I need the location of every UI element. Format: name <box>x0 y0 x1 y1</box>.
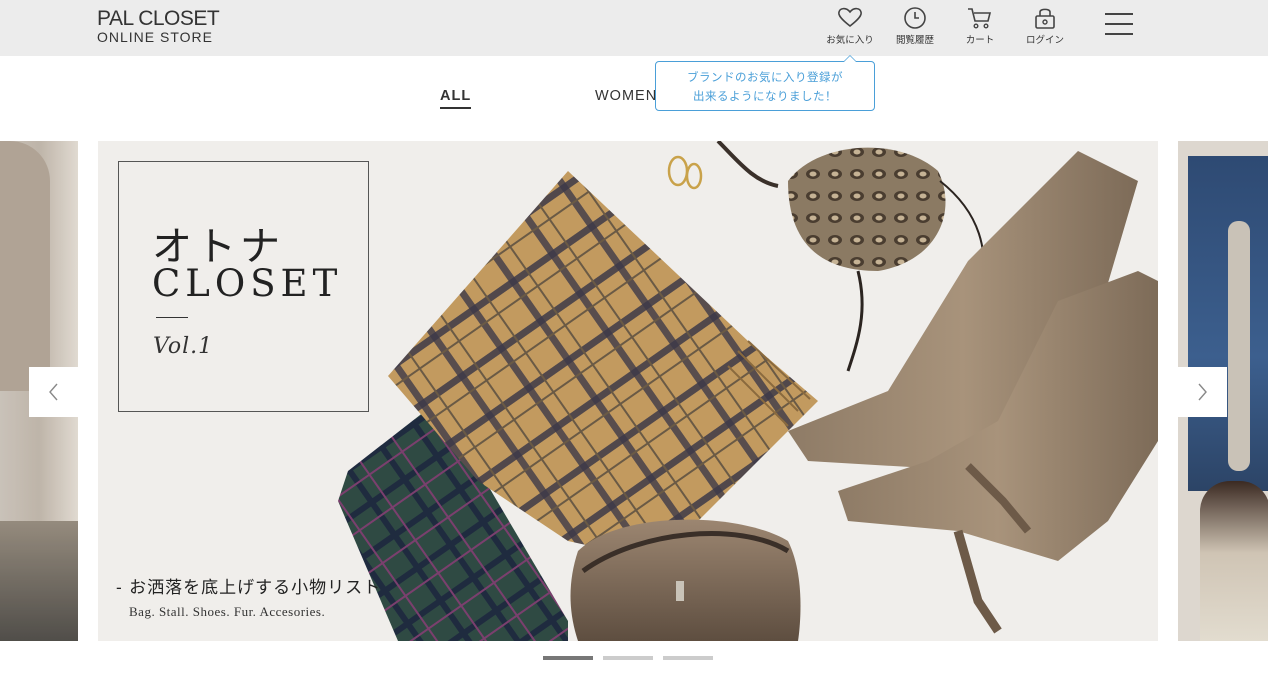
favorites-button[interactable]: お気に入り <box>818 6 882 46</box>
banner-title-box: オトナ CLOSET Vol.1 <box>118 161 369 412</box>
carousel-dot-3[interactable] <box>663 656 713 660</box>
tab-women[interactable]: WOMEN <box>595 88 657 107</box>
carousel-dot-2[interactable] <box>603 656 653 660</box>
site-header: PAL CLOSET ONLINE STORE お気に入り 閲覧履歴 カート ロ… <box>0 0 1268 56</box>
tab-all[interactable]: ALL <box>440 88 472 109</box>
carousel-prev-button[interactable] <box>29 367 79 417</box>
category-tabs: ALL WOMEN <box>0 88 1268 116</box>
logo-sub-text: ONLINE STORE <box>97 29 213 45</box>
lock-icon <box>1035 8 1055 29</box>
main-banner-slide[interactable]: オトナ CLOSET Vol.1 - お洒落を底上げする小物リスト Bag. S… <box>98 141 1158 641</box>
carousel-next-button[interactable] <box>1177 367 1227 417</box>
logo-main-text: PAL CLOSET <box>97 7 220 30</box>
banner-volume: Vol.1 <box>153 334 214 359</box>
history-label: 閲覧履歴 <box>895 35 934 46</box>
cart-button[interactable]: カート <box>948 6 1012 46</box>
login-button[interactable]: ログイン <box>1013 6 1077 46</box>
history-button[interactable]: 閲覧履歴 <box>883 6 947 46</box>
heart-icon <box>838 7 862 28</box>
site-logo[interactable]: PAL CLOSET ONLINE STORE <box>97 7 220 45</box>
cart-icon <box>968 8 992 29</box>
chevron-left-icon <box>49 383 58 401</box>
favorites-tooltip: ブランドのお気に入り登録が 出来るようになりました！ <box>655 55 875 111</box>
chevron-right-icon <box>1198 383 1207 401</box>
cart-label: カート <box>965 35 995 46</box>
tooltip-line-2: 出来るようになりました！ <box>693 89 837 103</box>
clock-icon <box>904 7 926 29</box>
carousel-dot-1[interactable] <box>543 656 593 660</box>
hamburger-menu-icon[interactable] <box>1105 13 1133 39</box>
banner-caption-sub: Bag. Stall. Shoes. Fur. Accesories. <box>129 604 326 619</box>
favorites-label: お気に入り <box>826 35 874 46</box>
banner-title-en: CLOSET <box>152 262 343 305</box>
login-label: ログイン <box>1025 35 1064 46</box>
title-divider <box>156 317 188 318</box>
banner-caption: - お洒落を底上げする小物リスト <box>116 578 382 598</box>
tooltip-line-1: ブランドのお気に入り登録が <box>687 70 843 84</box>
